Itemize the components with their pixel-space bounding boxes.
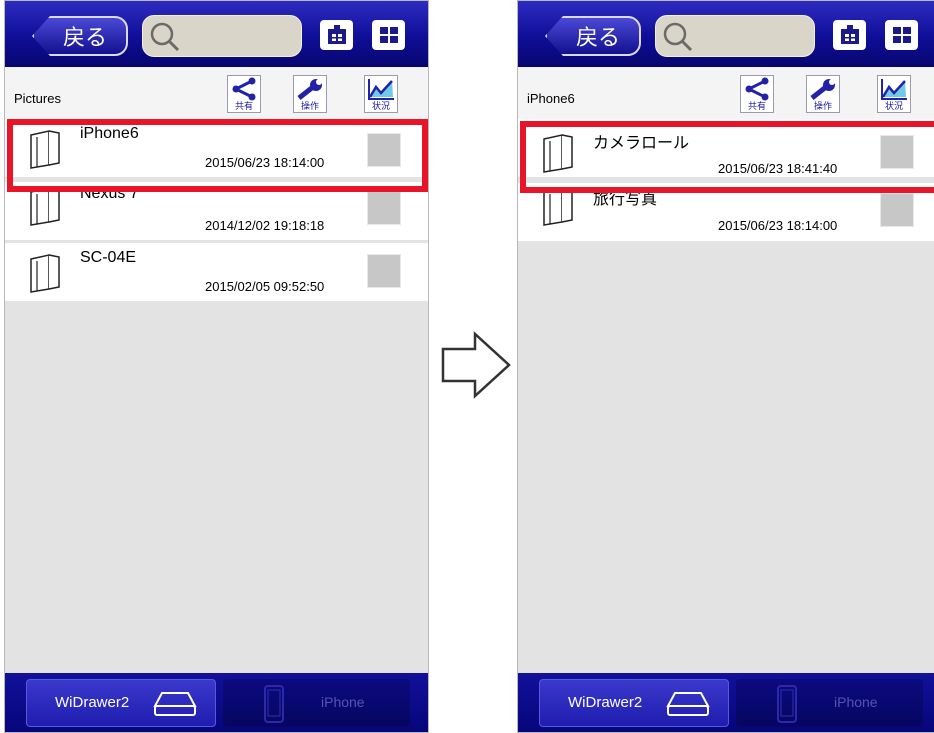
item-checkbox[interactable] [880, 193, 914, 227]
bottom-tab-bar: WiDrawer2 iPhone [5, 673, 428, 732]
home-icon [327, 25, 346, 44]
home-button[interactable] [320, 20, 353, 50]
drive-icon [666, 692, 710, 716]
search-icon [150, 22, 180, 52]
top-bar: 戻る [518, 1, 934, 67]
grid-view-button[interactable] [372, 20, 405, 50]
share-label: 共有 [747, 101, 766, 111]
item-date: 2015/02/05 09:52:50 [205, 279, 325, 294]
tab-iphone[interactable]: iPhone [736, 679, 923, 727]
phone-icon [264, 685, 284, 723]
status-label: 状況 [371, 101, 390, 111]
share-button[interactable]: 共有 [740, 75, 774, 113]
wrench-icon [810, 79, 835, 100]
wrench-icon [297, 79, 322, 100]
list-item[interactable]: SC-04E 2015/02/05 09:52:50 [5, 243, 428, 301]
item-checkbox[interactable] [367, 254, 401, 288]
search-input[interactable] [655, 15, 815, 57]
home-icon [840, 25, 859, 44]
share-icon [232, 77, 256, 101]
folder-icon [30, 254, 60, 293]
phone-icon [777, 685, 797, 723]
tab-iphone-label: iPhone [834, 694, 878, 710]
toolbar: iPhone6 共有 操作 状況 [518, 67, 934, 120]
right-arrow-icon [441, 331, 511, 399]
top-bar: 戻る [5, 1, 428, 67]
item-name: SC-04E [80, 249, 137, 266]
operate-label: 操作 [300, 101, 319, 111]
toolbar: Pictures 共有 操作 状況 [5, 67, 428, 120]
back-button[interactable]: 戻る [32, 16, 128, 56]
status-button[interactable]: 状況 [877, 75, 911, 113]
back-button[interactable]: 戻る [545, 16, 641, 56]
tab-widrawer[interactable]: WiDrawer2 [539, 679, 729, 727]
home-button[interactable] [833, 20, 866, 50]
share-icon [745, 77, 769, 101]
operate-button[interactable]: 操作 [806, 75, 840, 113]
tab-iphone-label: iPhone [321, 694, 365, 710]
drive-icon [153, 692, 197, 716]
grid-icon [892, 27, 911, 43]
phone-screen-right: 戻る iPhone6 共有 操作 状況 カメラロール 2015/06/23 18… [517, 0, 934, 733]
selection-highlight [520, 121, 934, 193]
status-button[interactable]: 状況 [364, 75, 398, 113]
share-button[interactable]: 共有 [227, 75, 261, 113]
tab-widrawer-label: WiDrawer2 [568, 694, 643, 711]
grid-view-button[interactable] [885, 20, 918, 50]
tab-iphone[interactable]: iPhone [223, 679, 410, 727]
grid-icon [379, 27, 398, 43]
operate-label: 操作 [813, 101, 832, 111]
status-label: 状況 [884, 101, 903, 111]
selection-highlight [7, 119, 428, 192]
share-label: 共有 [234, 101, 253, 111]
phone-screen-left: 戻る Pictures 共有 操作 状況 iPhone6 2015/06/23 … [4, 0, 429, 733]
search-input[interactable] [142, 15, 302, 57]
chart-icon [368, 79, 394, 100]
operate-button[interactable]: 操作 [293, 75, 327, 113]
item-date: 2015/06/23 18:14:00 [718, 218, 838, 233]
search-icon [663, 22, 693, 52]
folder-icon [30, 187, 60, 226]
item-checkbox[interactable] [367, 191, 401, 225]
item-date: 2014/12/02 19:18:18 [205, 218, 325, 233]
tab-widrawer-label: WiDrawer2 [55, 694, 130, 711]
path-label: Pictures [14, 91, 61, 106]
path-label: iPhone6 [527, 91, 575, 106]
bottom-tab-bar: WiDrawer2 iPhone [518, 673, 934, 732]
tab-widrawer[interactable]: WiDrawer2 [26, 679, 216, 727]
chart-icon [881, 79, 907, 100]
